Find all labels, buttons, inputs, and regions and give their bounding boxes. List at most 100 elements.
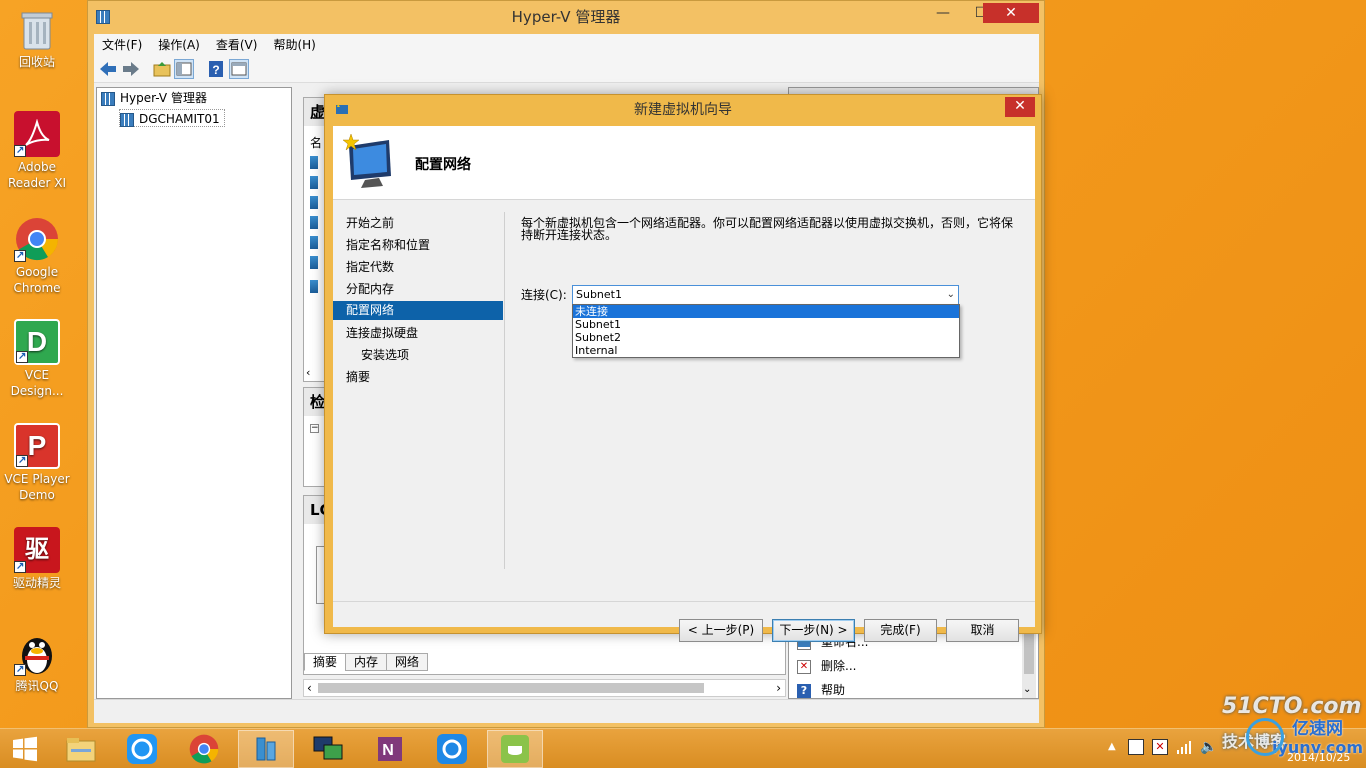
scrollbar-thumb[interactable] (318, 683, 704, 693)
vm-icon[interactable] (310, 196, 318, 209)
step-installation-options[interactable]: 安装选项 (333, 346, 503, 365)
step-summary[interactable]: 摘要 (333, 368, 503, 387)
option-not-connected[interactable]: 未连接 (573, 305, 959, 318)
menu-view[interactable]: 查看(V) (208, 34, 266, 56)
minimize-button[interactable]: — (930, 3, 956, 23)
next-button[interactable]: 下一步(N) > (772, 619, 855, 642)
previous-button[interactable]: < 上一步(P) (679, 619, 763, 642)
desktop-icon-qq[interactable]: 腾讯QQ (1, 630, 73, 694)
svg-text:?: ? (212, 63, 219, 77)
help-icon[interactable]: ? (206, 59, 226, 79)
step-configure-networking[interactable]: 配置网络 (333, 301, 503, 320)
horizontal-scrollbar[interactable]: ‹ › (303, 679, 786, 697)
menu-file[interactable]: 文件(F) (94, 34, 150, 56)
menu-bar: 文件(F) 操作(A) 查看(V) 帮助(H) (94, 34, 1039, 56)
step-name-and-location[interactable]: 指定名称和位置 (333, 236, 503, 255)
vm-icon[interactable] (310, 236, 318, 249)
wizard-header: 配置网络 (333, 126, 1035, 200)
desktop-icon-label: Google Chrome (13, 265, 61, 295)
taskbar-vm-connection[interactable] (300, 730, 356, 768)
taskbar-onenote[interactable]: N (362, 730, 418, 768)
desktop-icon-adobe-reader[interactable]: Adobe Reader XI (1, 111, 73, 191)
menu-help[interactable]: 帮助(H) (265, 34, 323, 56)
watermark-url: iyunv.com (1272, 738, 1364, 757)
tray-app-icon[interactable] (1128, 739, 1144, 755)
chrome-icon (189, 734, 219, 764)
qq-penguin-icon (14, 630, 60, 678)
wizard-close-button[interactable]: ✕ (1005, 97, 1035, 117)
scroll-left-arrow-icon[interactable]: ‹ (306, 366, 310, 379)
shortcut-arrow-icon (14, 559, 26, 575)
desktop-icon-vce-designer[interactable]: D VCE Design... (1, 319, 73, 399)
scroll-down-arrow-icon[interactable]: ⌄ (1023, 684, 1031, 695)
tree-item-hyperv-manager[interactable]: Hyper-V 管理器 (101, 89, 207, 107)
up-folder-icon[interactable] (152, 59, 172, 79)
new-vm-monitor-icon (339, 132, 399, 192)
cancel-button[interactable]: 取消 (946, 619, 1019, 642)
folder-icon (66, 738, 96, 762)
chevron-down-icon[interactable]: ⌄ (947, 286, 955, 304)
taskbar-hyperv-manager[interactable] (238, 730, 294, 768)
option-subnet1[interactable]: Subnet1 (573, 318, 959, 331)
start-button[interactable] (0, 730, 50, 768)
show-hide-console-tree-icon[interactable] (174, 59, 194, 79)
desktop-icon-vce-player[interactable]: P VCE Player Demo (1, 423, 73, 503)
recycle-bin-icon (14, 6, 60, 52)
desktop-icon-recycle-bin[interactable]: 回收站 (1, 6, 73, 70)
connection-select[interactable]: Subnet1 ⌄ (572, 285, 959, 305)
tree-item-server[interactable]: DGCHAMIT01 (119, 109, 225, 127)
forward-arrow-icon[interactable] (121, 59, 141, 79)
shortcut-arrow-icon (14, 143, 26, 159)
step-assign-memory[interactable]: 分配内存 (333, 280, 503, 299)
collapse-toggle-icon[interactable]: − (310, 424, 319, 433)
status-bar (94, 699, 1039, 723)
desktop-icon-google-chrome[interactable]: Google Chrome (1, 216, 73, 296)
action-center-flag-icon[interactable]: ✕ (1152, 739, 1168, 755)
vm-icon[interactable] (310, 216, 318, 229)
wizard-steps-nav: 开始之前 指定名称和位置 指定代数 分配内存 配置网络 连接虚拟硬盘 安装选项 … (333, 200, 503, 570)
close-button[interactable]: ✕ (983, 3, 1039, 23)
chrome-icon (14, 216, 60, 264)
scroll-right-arrow-icon[interactable]: › (776, 680, 781, 696)
desktop-icon-label: VCE Player Demo (4, 472, 70, 502)
show-hide-action-pane-icon[interactable] (229, 59, 249, 79)
vm-icon[interactable] (310, 156, 318, 169)
taskbar-baidu-cloud[interactable] (114, 730, 170, 768)
vm-icon[interactable] (310, 176, 318, 189)
tab-network[interactable]: 网络 (386, 653, 429, 671)
step-connect-virtual-disk[interactable]: 连接虚拟硬盘 (333, 324, 503, 343)
taskbar-app-green[interactable] (487, 730, 543, 768)
vm-icon[interactable] (310, 280, 318, 293)
taskbar-file-explorer[interactable] (53, 730, 109, 768)
network-description: 每个新虚拟机包含一个网络适配器。你可以配置网络适配器以使用虚拟交换机，否则，它将… (521, 216, 1014, 242)
step-before-you-begin[interactable]: 开始之前 (333, 214, 503, 233)
scroll-left-arrow-icon[interactable]: ‹ (307, 680, 312, 696)
vce-designer-icon: D (14, 319, 60, 365)
taskbar-app-blue[interactable] (424, 730, 480, 768)
desktop-icon-driver-genius[interactable]: 驱 驱动精灵 (1, 527, 73, 591)
steps-divider (504, 212, 505, 569)
network-signal-icon[interactable] (1176, 739, 1192, 758)
taskbar-chrome[interactable] (176, 730, 232, 768)
delete-icon: ✕ (797, 659, 811, 674)
tab-memory[interactable]: 内存 (345, 653, 388, 671)
vm-icon[interactable] (310, 256, 318, 269)
hyperv-manager-icon (256, 737, 276, 761)
action-help[interactable]: ? 帮助 (797, 680, 845, 700)
step-generation[interactable]: 指定代数 (333, 258, 503, 277)
menu-action[interactable]: 操作(A) (150, 34, 208, 56)
shortcut-arrow-icon (16, 349, 28, 365)
desktop-icon-label: VCE Design... (10, 368, 64, 398)
tab-summary[interactable]: 摘要 (304, 653, 347, 671)
action-delete[interactable]: ✕ 删除... (797, 656, 856, 676)
option-subnet2[interactable]: Subnet2 (573, 331, 959, 344)
wizard-title: 新建虚拟机向导 (634, 102, 732, 118)
volume-icon[interactable]: 🔈 (1200, 739, 1217, 755)
new-vm-wizard-dialog: 新建虚拟机向导 ✕ 配置网络 开始之前 指定名称和位置 指定代数 分配内存 配置… (324, 94, 1042, 642)
desktop-icon-label: 驱动精灵 (12, 576, 61, 590)
back-arrow-icon[interactable] (98, 59, 118, 79)
option-internal[interactable]: Internal (573, 344, 959, 357)
finish-button[interactable]: 完成(F) (864, 619, 937, 642)
show-hidden-icons-icon[interactable]: ▲ (1108, 741, 1116, 752)
desktop-icon-label: 腾讯QQ (15, 679, 59, 693)
